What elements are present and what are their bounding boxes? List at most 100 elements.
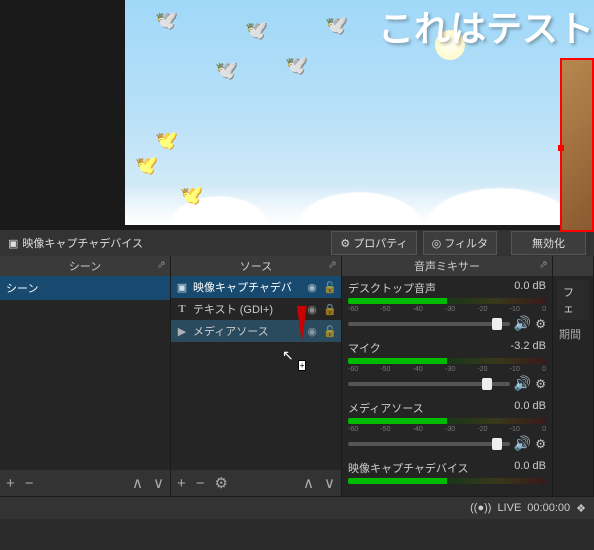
slider-thumb[interactable] [482,378,492,390]
source-name-text: 映像キャプチャデバイス [22,235,143,251]
speaker-icon[interactable]: 🔊 [514,435,531,452]
panel-title: ソース [240,258,272,274]
mixer-item: デスクトップ音声 0.0 dB -60-50-40-30-20-100 🔊 ⚙ [348,280,546,332]
visibility-toggle[interactable]: ◉ [305,281,319,294]
undock-icon[interactable]: ⇗ [157,258,166,271]
panel-body: フェ 期間 [553,276,593,496]
add-button[interactable]: + [177,475,186,492]
properties-button[interactable]: ⚙プロパティ [331,231,416,255]
settings-button[interactable]: ⚙ [215,474,228,492]
audio-meter [348,478,546,484]
audio-meter [348,298,546,304]
camera-icon: ▣ [8,237,18,250]
preview-area: 🕊️ 🕊️ 🕊️ 🕊️ 🕊️ 🕊️ 🕊️ 🕊️ これはテスト [0,0,594,230]
bird-icon: 🕊️ [155,10,177,31]
scenes-toolbar: + − ∧ ∨ [0,470,170,496]
preview-canvas[interactable]: 🕊️ 🕊️ 🕊️ 🕊️ 🕊️ 🕊️ 🕊️ 🕊️ これはテスト [125,0,594,225]
mixer-name: メディアソース [348,400,424,416]
bird-icon: 🕊️ [245,20,267,41]
live-time: 00:00:00 [527,502,570,514]
settings-icon[interactable]: ❖ [576,502,586,515]
move-up-button[interactable]: ∧ [303,474,314,492]
speaker-icon[interactable]: 🔊 [514,315,531,332]
volume-slider[interactable] [348,382,510,386]
sources-toolbar: + − ⚙ ∧ ∨ [171,470,341,496]
panel-header [553,256,593,276]
disable-button[interactable]: 無効化 [511,231,586,255]
move-down-button[interactable]: ∨ [153,474,164,492]
selected-source-label: ▣ 映像キャプチャデバイス [8,235,143,251]
meter-ticks: -60-50-40-30-20-100 [348,426,546,433]
mixer-db: 0.0 dB [514,400,546,416]
bird-icon: 🕊️ [285,55,307,76]
overlay-text: これはテスト [378,0,594,52]
lock-toggle[interactable]: 🔓 [323,281,337,294]
remove-button[interactable]: − [25,475,34,492]
mixer-name: 映像キャプチャデバイス [348,460,469,476]
scenes-panel: シーン ⇗ シーン + − ∧ ∨ [0,256,171,496]
speaker-icon[interactable]: 🔊 [514,375,531,392]
resize-handle[interactable] [558,145,564,151]
panel-header: ソース ⇗ [171,256,341,276]
gear-icon[interactable]: ⚙ [535,437,546,451]
lock-toggle[interactable]: 🔓 [323,325,337,338]
transition-item[interactable]: フェ [557,280,589,320]
sources-panel: ソース ⇗ ▣ 映像キャプチャデバ ◉ 🔓 T テキスト (GDI+) ◉ 🔒 ▶… [171,256,342,496]
cloud-graphic [125,125,594,225]
slider-thumb[interactable] [492,438,502,450]
lock-toggle[interactable]: 🔒 [323,303,337,316]
gear-icon[interactable]: ⚙ [535,317,546,331]
btn-label: フィルタ [444,235,488,251]
source-name: 映像キャプチャデバ [193,279,301,295]
scene-item[interactable]: シーン [0,276,170,300]
mixer-item: 映像キャプチャデバイス 0.0 dB [348,460,546,484]
context-toolbar: ▣ 映像キャプチャデバイス ⚙プロパティ ◎フィルタ 無効化 [0,230,594,256]
gear-icon: ⚙ [340,237,350,250]
volume-slider[interactable] [348,322,510,326]
mixer-list: デスクトップ音声 0.0 dB -60-50-40-30-20-100 🔊 ⚙ マイ… [342,276,552,496]
source-name: テキスト (GDI+) [193,301,301,317]
source-item[interactable]: T テキスト (GDI+) ◉ 🔒 [171,298,341,320]
panel-title: 音声ミキサー [414,258,480,274]
mixer-name: デスクトップ音声 [348,280,436,296]
text-icon: T [175,303,189,315]
duration-label: 期間 [553,320,593,348]
move-down-button[interactable]: ∨ [324,474,335,492]
remove-button[interactable]: − [196,475,205,492]
gear-icon[interactable]: ⚙ [535,377,546,391]
sources-list[interactable]: ▣ 映像キャプチャデバ ◉ 🔓 T テキスト (GDI+) ◉ 🔒 ▶ メディア… [171,276,341,470]
mixer-db: 0.0 dB [514,280,546,296]
meter-ticks: -60-50-40-30-20-100 [348,366,546,373]
selection-box[interactable] [560,58,594,232]
live-label: LIVE [497,502,521,514]
undock-icon[interactable]: ⇗ [539,258,548,271]
audio-meter [348,358,546,364]
mixer-item: メディアソース 0.0 dB -60-50-40-30-20-100 🔊 ⚙ [348,400,546,452]
visibility-toggle[interactable]: ◉ [305,325,319,338]
move-up-button[interactable]: ∧ [132,474,143,492]
source-item[interactable]: ▣ 映像キャプチャデバ ◉ 🔓 [171,276,341,298]
volume-slider[interactable] [348,442,510,446]
scenes-list[interactable]: シーン [0,276,170,470]
bird-icon: 🕊️ [155,130,177,151]
btn-label: プロパティ [353,235,407,251]
mixer-db: 0.0 dB [514,460,546,476]
camera-icon: ▣ [175,281,189,294]
filters-button[interactable]: ◎フィルタ [423,231,497,255]
mixer-db: -3.2 dB [511,340,546,356]
dock-panels: シーン ⇗ シーン + − ∧ ∨ ソース ⇗ ▣ 映像キャプチャデバ ◉ 🔓 T … [0,256,594,496]
source-name: メディアソース [193,323,301,339]
bird-icon: 🕊️ [215,60,237,81]
visibility-toggle[interactable]: ◉ [305,303,319,316]
audio-meter [348,418,546,424]
filter-icon: ◎ [432,237,442,250]
add-button[interactable]: + [6,475,15,492]
slider-thumb[interactable] [492,318,502,330]
undock-icon[interactable]: ⇗ [328,258,337,271]
panel-title: シーン [69,258,101,274]
status-bar: ((●)) LIVE 00:00:00 ❖ [0,496,594,519]
panel-header: シーン ⇗ [0,256,170,276]
meter-ticks: -60-50-40-30-20-100 [348,306,546,313]
mixer-name: マイク [348,340,381,356]
source-item[interactable]: ▶ メディアソース ◉ 🔓 [171,320,341,342]
